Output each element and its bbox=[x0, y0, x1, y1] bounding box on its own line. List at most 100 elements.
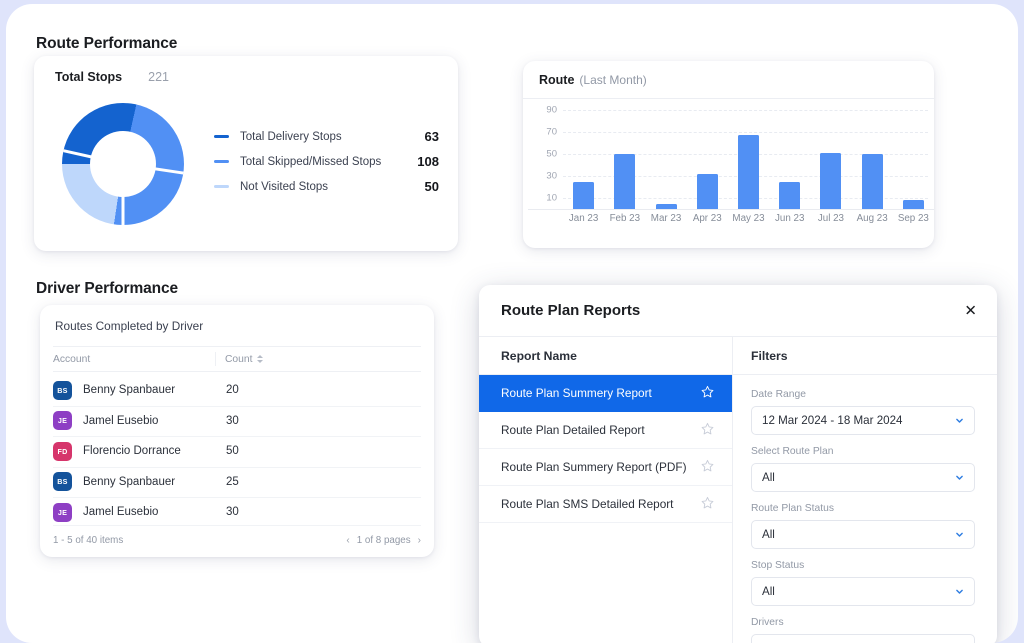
driver-count: 30 bbox=[226, 415, 239, 427]
x-axis-tick-label: Sep 23 bbox=[893, 213, 934, 224]
avatar: BS bbox=[53, 472, 72, 491]
pagination-controls[interactable]: ‹ 1 of 8 pages › bbox=[346, 535, 421, 546]
legend-value: 108 bbox=[417, 154, 439, 169]
chart-bar[interactable] bbox=[697, 174, 718, 209]
column-header-count-label: Count bbox=[225, 354, 252, 365]
chart-bar[interactable] bbox=[820, 153, 841, 209]
chevron-down-icon[interactable] bbox=[955, 583, 964, 601]
chevron-down-icon[interactable] bbox=[955, 640, 964, 643]
bar-cell bbox=[852, 99, 893, 209]
chart-y-axis: 1030507090 bbox=[523, 99, 563, 209]
total-stops-card: Total Stops 221 Total Delivery Stops63To… bbox=[34, 56, 458, 251]
column-header-account[interactable]: Account bbox=[53, 354, 215, 365]
chart-bar[interactable] bbox=[614, 154, 635, 209]
filter-select[interactable]: All bbox=[751, 463, 975, 492]
legend-color-swatch bbox=[214, 135, 229, 139]
chart-bars bbox=[563, 99, 934, 209]
sort-toggle-icon[interactable] bbox=[257, 355, 263, 363]
filters-column-header: Filters bbox=[733, 337, 997, 375]
x-axis-tick-label: Jan 23 bbox=[563, 213, 604, 224]
bar-cell bbox=[810, 99, 851, 209]
chart-bar[interactable] bbox=[738, 135, 759, 209]
legend-item: Not Visited Stops50 bbox=[214, 174, 439, 199]
report-list-item[interactable]: Route Plan Detailed Report bbox=[479, 412, 732, 449]
filter-label: Stop Status bbox=[751, 560, 975, 571]
legend-color-swatch bbox=[214, 160, 229, 164]
stops-donut-chart bbox=[62, 103, 184, 225]
filter-select[interactable]: 12 Mar 2024 - 18 Mar 2024 bbox=[751, 406, 975, 435]
modal-title: Route Plan Reports bbox=[501, 302, 640, 319]
table-row[interactable]: FDFlorencio Dorrance50 bbox=[53, 436, 421, 467]
y-axis-tick-label: 30 bbox=[546, 171, 557, 182]
driver-count: 20 bbox=[226, 384, 239, 396]
chevron-down-icon[interactable] bbox=[955, 469, 964, 487]
favorite-star-icon[interactable] bbox=[701, 422, 714, 438]
avatar: JE bbox=[53, 503, 72, 522]
report-list-item[interactable]: Route Plan Summery Report (PDF) bbox=[479, 449, 732, 486]
table-row[interactable]: JEJamel Eusebio30 bbox=[53, 497, 421, 528]
avatar: FD bbox=[53, 442, 72, 461]
x-axis-tick-label: Jul 23 bbox=[810, 213, 851, 224]
bar-cell bbox=[893, 99, 934, 209]
total-stops-value: 221 bbox=[148, 70, 169, 84]
page-title-route-performance: Route Performance bbox=[36, 35, 177, 53]
modal-body: Report Name Route Plan Summery ReportRou… bbox=[479, 337, 997, 643]
column-header-count[interactable]: Count bbox=[215, 352, 263, 366]
legend-value: 63 bbox=[425, 129, 439, 144]
chevron-down-icon[interactable] bbox=[955, 412, 964, 430]
route-chart-subtitle: (Last Month) bbox=[579, 73, 646, 87]
x-axis-tick-label: Jun 23 bbox=[769, 213, 810, 224]
legend-color-swatch bbox=[214, 185, 229, 189]
total-stops-label: Total Stops bbox=[55, 70, 122, 84]
next-page-icon[interactable]: › bbox=[418, 535, 421, 546]
filter-label: Select Route Plan bbox=[751, 446, 975, 457]
route-bar-chart-card: Route (Last Month) 1030507090 Jan 23Feb … bbox=[523, 61, 934, 248]
legend-label: Not Visited Stops bbox=[240, 181, 425, 193]
chart-bar[interactable] bbox=[779, 182, 800, 210]
favorite-star-icon[interactable] bbox=[701, 496, 714, 512]
driver-table-card: Routes Completed by Driver Account Count… bbox=[40, 305, 434, 557]
report-list-item[interactable]: Route Plan SMS Detailed Report bbox=[479, 486, 732, 523]
chart-bar[interactable] bbox=[862, 154, 883, 209]
pagination-items-count: 1 - 5 of 40 items bbox=[53, 535, 123, 546]
table-row[interactable]: BSBenny Spanbauer20 bbox=[53, 375, 421, 406]
driver-name: Benny Spanbauer bbox=[83, 384, 226, 396]
filter-label: Date Range bbox=[751, 389, 975, 400]
chart-bar[interactable] bbox=[573, 182, 594, 210]
favorite-star-icon[interactable] bbox=[701, 459, 714, 475]
driver-name: Jamel Eusebio bbox=[83, 415, 226, 427]
total-stops-header: Total Stops 221 bbox=[55, 70, 169, 84]
prev-page-icon[interactable]: ‹ bbox=[346, 535, 349, 546]
chart-x-axis-line bbox=[528, 209, 934, 210]
report-name: Route Plan SMS Detailed Report bbox=[501, 497, 701, 511]
legend-item: Total Delivery Stops63 bbox=[214, 124, 439, 149]
x-axis-tick-label: May 23 bbox=[728, 213, 769, 224]
x-axis-tick-label: Apr 23 bbox=[687, 213, 728, 224]
report-name-column-header: Report Name bbox=[479, 337, 732, 375]
route-chart-title: Route bbox=[539, 73, 574, 87]
table-row[interactable]: JE Jamel Eusebio30 bbox=[53, 406, 421, 437]
chart-bar[interactable] bbox=[903, 200, 924, 209]
route-chart-header: Route (Last Month) bbox=[523, 61, 934, 99]
legend-item: Total Skipped/Missed Stops108 bbox=[214, 149, 439, 174]
x-axis-tick-label: Mar 23 bbox=[645, 213, 686, 224]
close-icon[interactable]: ✕ bbox=[964, 303, 977, 318]
report-list-item[interactable]: Route Plan Summery Report bbox=[479, 375, 732, 412]
avatar: JE bbox=[53, 411, 72, 430]
chevron-down-icon[interactable] bbox=[955, 526, 964, 544]
donut-slice-gap bbox=[63, 149, 123, 165]
report-list: Route Plan Summery ReportRoute Plan Deta… bbox=[479, 375, 732, 523]
favorite-star-icon[interactable] bbox=[701, 385, 714, 401]
bar-cell bbox=[604, 99, 645, 209]
y-axis-tick-label: 10 bbox=[546, 193, 557, 204]
filter-value: All bbox=[762, 528, 955, 541]
driver-count: 25 bbox=[226, 476, 239, 488]
filter-select[interactable]: All bbox=[751, 577, 975, 606]
driver-table-footer: 1 - 5 of 40 items ‹ 1 of 8 pages › bbox=[53, 525, 421, 547]
bar-cell bbox=[645, 99, 686, 209]
table-row[interactable]: BSBenny Spanbauer25 bbox=[53, 467, 421, 498]
filter-select[interactable]: All bbox=[751, 520, 975, 549]
report-list-column: Report Name Route Plan Summery ReportRou… bbox=[479, 337, 733, 643]
pagination-page-text: 1 of 8 pages bbox=[357, 535, 411, 546]
donut-legend: Total Delivery Stops63Total Skipped/Miss… bbox=[214, 124, 439, 199]
